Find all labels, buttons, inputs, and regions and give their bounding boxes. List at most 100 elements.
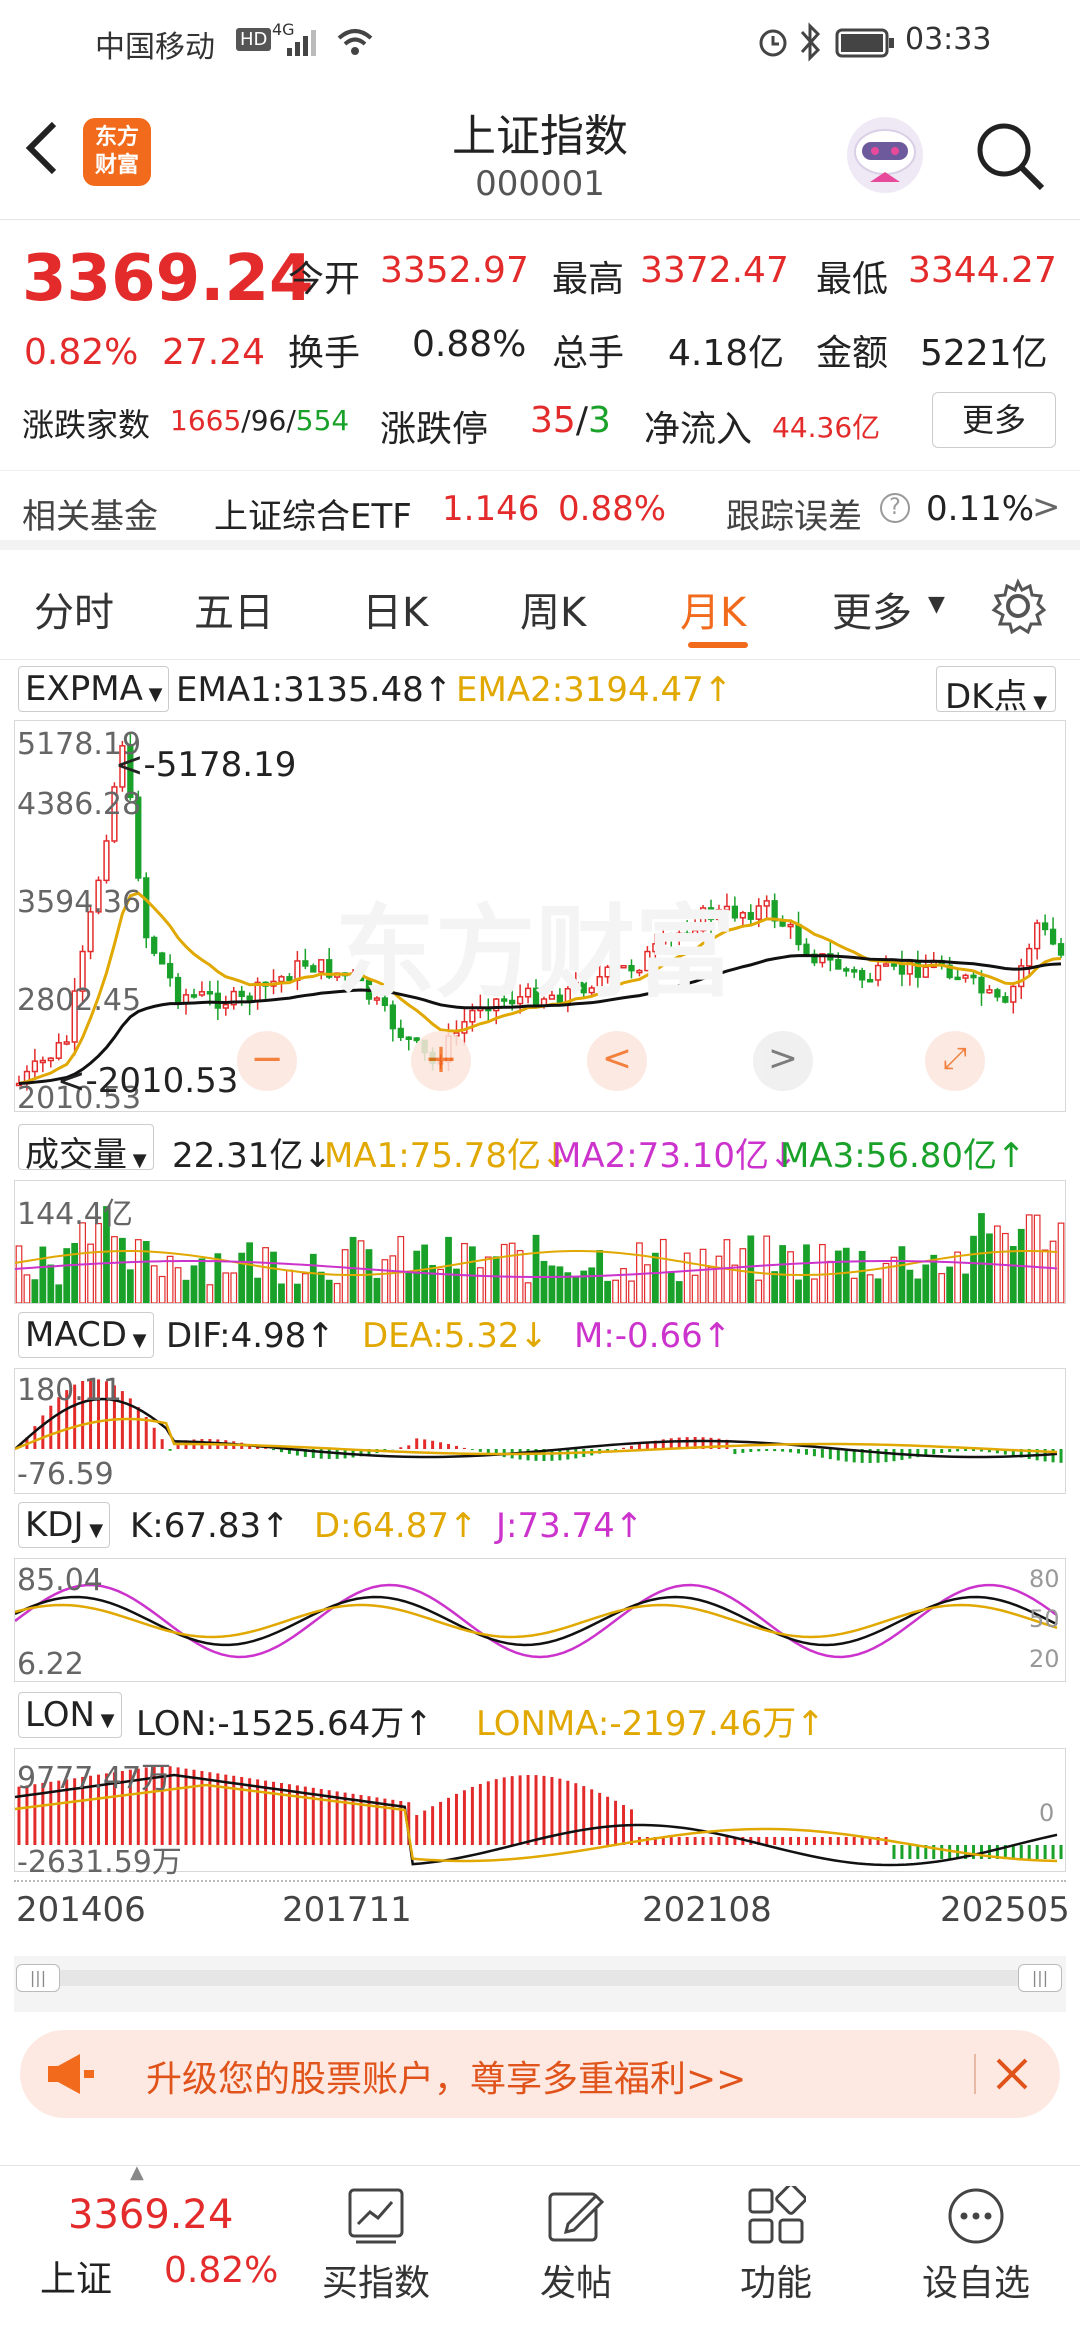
wifi-icon xyxy=(337,29,373,55)
volume-bar xyxy=(1033,1214,1041,1304)
volume-bar xyxy=(588,1267,596,1304)
volume-bar xyxy=(962,1273,969,1304)
zoom-out-button[interactable]: − xyxy=(237,1031,297,1091)
candle-body xyxy=(39,1059,46,1064)
related-fund-bar[interactable]: 相关基金 上证综合ETF 1.146 0.88% 跟踪误差 ? 0.11% > xyxy=(0,470,1080,550)
volume-bar xyxy=(826,1260,834,1304)
indicator-select-kdj[interactable]: KDJ ▼ xyxy=(18,1502,111,1548)
candle-body xyxy=(159,952,166,965)
tab-monthly-k[interactable]: 月K xyxy=(680,580,746,638)
volume-bar xyxy=(445,1236,452,1304)
macd-panel[interactable]: 180.11 -76.59 xyxy=(14,1368,1066,1494)
candle-body xyxy=(890,963,898,967)
volume-bar xyxy=(47,1264,55,1304)
candle-body xyxy=(787,923,794,928)
bottom-toolbar: ▲ 3369.24 上证 0.82% 买指数 发帖 功能 设自选 xyxy=(0,2162,1080,2341)
promo-banner[interactable]: 升级您的股票账户，尊享多重福利>> xyxy=(20,2030,1060,2118)
volume-ymax: 144.4亿 xyxy=(17,1197,133,1232)
watermark: 东方财富 xyxy=(335,894,735,1011)
volume-bar xyxy=(222,1272,230,1304)
search-icon[interactable] xyxy=(972,118,1048,194)
indicator-select-lon[interactable]: LON ▼ xyxy=(18,1692,122,1738)
more-button[interactable]: 更多 xyxy=(932,392,1056,448)
help-icon[interactable]: ? xyxy=(880,493,910,523)
lon-panel[interactable]: 9777.47万 -2631.59万 0 xyxy=(14,1748,1066,1880)
open-label: 今开 xyxy=(288,259,361,300)
kdj-j: J:73.74↑ xyxy=(496,1506,644,1546)
range-slider-track[interactable]: ||| ||| xyxy=(14,1956,1066,2012)
volume-bar xyxy=(254,1277,261,1304)
tracking-error-label: 跟踪误差 xyxy=(726,497,862,537)
volume-bar xyxy=(906,1269,914,1304)
signal-icon xyxy=(287,30,316,56)
indicator-select-macd[interactable]: MACD ▼ xyxy=(18,1312,154,1358)
volume-bar xyxy=(1057,1222,1065,1304)
tracking-error-value: 0.11% xyxy=(926,489,1035,529)
scroll-left-button[interactable]: < xyxy=(587,1031,647,1091)
zoom-in-button[interactable]: + xyxy=(411,1031,471,1091)
tab-daily-k[interactable]: 日K xyxy=(362,580,428,638)
candle-body xyxy=(214,992,221,1009)
fullscreen-button[interactable]: ⤢ xyxy=(925,1031,985,1091)
range-handle-right[interactable]: ||| xyxy=(1018,1964,1062,1992)
volume-bar xyxy=(1009,1246,1017,1304)
kdj-ymin: 6.22 xyxy=(17,1647,84,1682)
volume-panel[interactable]: 144.4亿 xyxy=(14,1180,1066,1304)
volume-bar xyxy=(659,1238,667,1304)
y-label-4: 2802.45 xyxy=(17,983,142,1018)
kdj-panel[interactable]: 85.04 6.22 80 50 20 xyxy=(14,1558,1066,1682)
gear-icon[interactable] xyxy=(990,578,1046,634)
tab-weekly-k[interactable]: 周K xyxy=(520,580,586,638)
volume-bar xyxy=(1041,1249,1049,1304)
candle-body xyxy=(63,1041,70,1045)
candle-body xyxy=(851,969,858,973)
last-price: 3369.24 xyxy=(22,242,314,316)
indicator-select-volume[interactable]: 成交量 ▼ xyxy=(18,1124,154,1175)
volume-bar xyxy=(644,1264,651,1304)
expand-caret-icon[interactable]: ▲ xyxy=(130,2162,144,2183)
candle-body xyxy=(1026,947,1033,967)
volume-bar xyxy=(397,1235,405,1304)
close-icon[interactable] xyxy=(992,2054,1032,2094)
candle-body xyxy=(922,966,929,978)
volume-bar xyxy=(651,1252,659,1304)
tab-intraday[interactable]: 分时 xyxy=(34,580,114,638)
kline-panel[interactable]: 东方财富 5178.19 4386.28 3594.36 2802.45 201… xyxy=(14,720,1066,1116)
post-button[interactable]: 发帖 xyxy=(476,2166,676,2341)
function-button[interactable]: 功能 xyxy=(676,2166,876,2341)
x-label-2: 201711 xyxy=(282,1890,412,1930)
range-handle-left[interactable]: ||| xyxy=(16,1964,60,1992)
buy-index-button[interactable]: 买指数 xyxy=(276,2166,476,2341)
low-value: 3344.27 xyxy=(908,250,1057,291)
volume-bar xyxy=(699,1248,707,1304)
volume-bar xyxy=(190,1265,198,1304)
candle-body xyxy=(238,990,245,997)
volume-bar xyxy=(667,1272,675,1304)
robot-assistant-icon[interactable] xyxy=(842,112,928,198)
high-value: 3372.47 xyxy=(640,250,789,291)
volume-bar xyxy=(739,1248,747,1304)
turnover-label: 换手 xyxy=(288,333,361,374)
chevron-right-icon[interactable]: > xyxy=(1032,487,1061,527)
volume-bar xyxy=(755,1279,763,1304)
candle-body xyxy=(182,994,190,1004)
volume-bar xyxy=(71,1242,79,1304)
candle-body xyxy=(866,979,874,983)
related-fund-label: 相关基金 xyxy=(22,497,158,537)
macd-ymin: -76.59 xyxy=(17,1457,114,1492)
volume-bar xyxy=(333,1282,341,1304)
tab-more[interactable]: 更多 xyxy=(832,580,912,638)
macd-dif-line xyxy=(14,1397,1058,1459)
kdj-chart xyxy=(14,1583,1058,1659)
range-slider-bar xyxy=(20,1970,1060,1986)
dk-point-select[interactable]: DK点 ▼ xyxy=(936,666,1057,717)
candle-body xyxy=(47,1057,54,1062)
add-watchlist-button[interactable]: 设自选 xyxy=(876,2166,1076,2341)
scroll-right-button[interactable]: > xyxy=(753,1031,813,1091)
indicator-select-expma[interactable]: EXPMA ▼ xyxy=(18,666,170,712)
volume-bar xyxy=(476,1267,484,1304)
fund-name[interactable]: 上证综合ETF xyxy=(214,489,412,538)
fund-change: 0.88% xyxy=(558,489,667,529)
volume-bar xyxy=(890,1256,898,1304)
tab-five-day[interactable]: 五日 xyxy=(194,580,274,638)
